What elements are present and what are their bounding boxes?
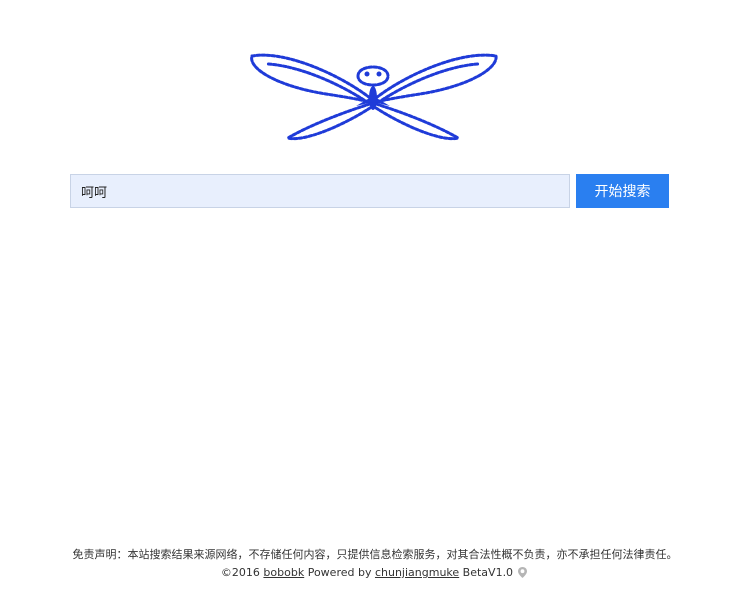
version-text: BetaV1.0 (462, 566, 514, 579)
powered-by-text: Powered by (307, 566, 372, 579)
author-link[interactable]: chunjiangmuke (375, 566, 459, 579)
butterfly-logo (246, 46, 500, 142)
disclaimer-text: 免责声明：本站搜索结果来源网络，不存储任何内容，只提供信息检索服务，对其合法性概… (72, 548, 678, 561)
site-link[interactable]: bobobk (263, 566, 304, 579)
copyright-text: ©2016 (220, 566, 260, 579)
search-input[interactable] (70, 174, 570, 208)
location-pin-icon (516, 566, 529, 582)
search-bar: 开始搜索 (70, 174, 670, 208)
butterfly-logo-icon (250, 53, 498, 141)
footer-credits: ©2016 bobobk Powered by chunjiangmuke Be… (0, 566, 750, 582)
start-search-button[interactable]: 开始搜索 (576, 174, 669, 208)
search-page: 开始搜索 免责声明：本站搜索结果来源网络，不存储任何内容，只提供信息检索服务，对… (0, 0, 750, 607)
